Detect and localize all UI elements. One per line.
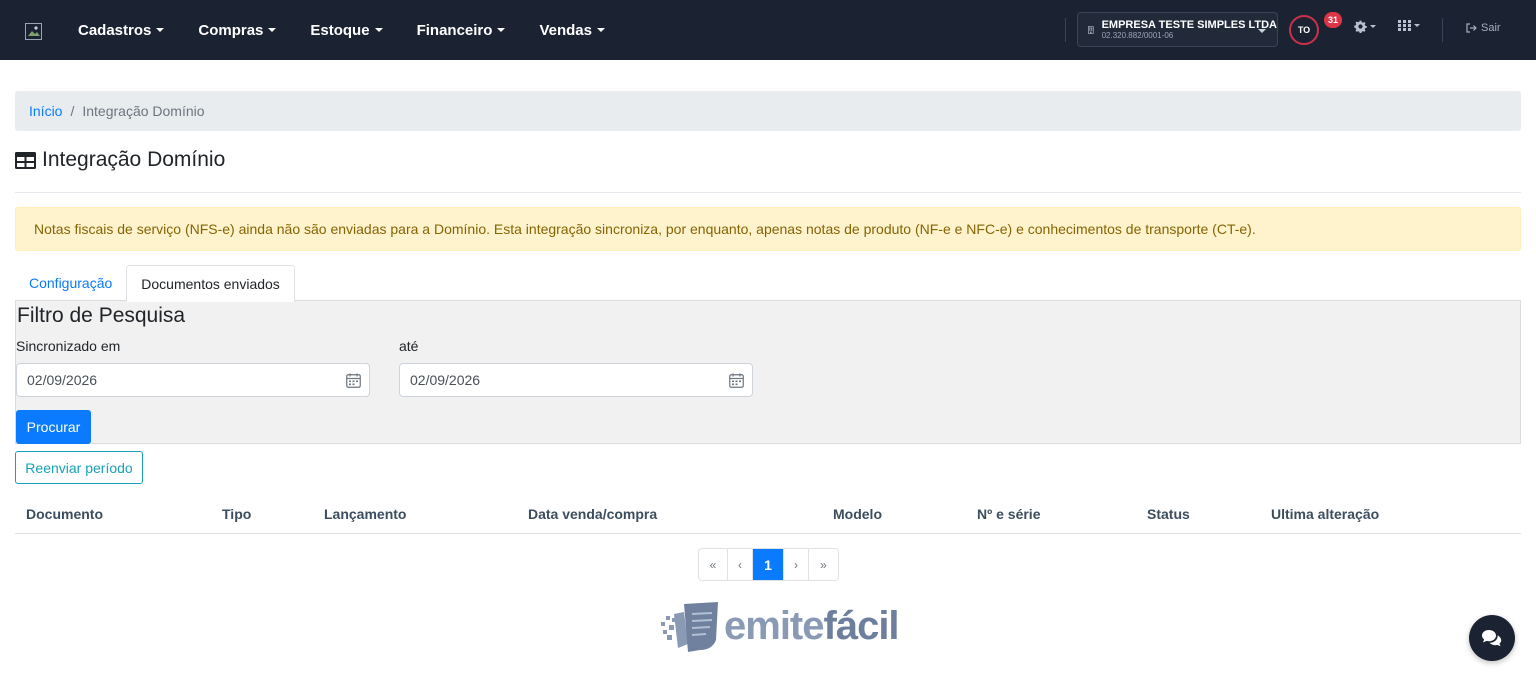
breadcrumb-current: Integração Domínio xyxy=(82,103,205,119)
pagination: « ‹ 1 › » xyxy=(698,548,839,581)
company-selector[interactable]: EMPRESA TESTE SIMPLES LTDA 02.320.882/00… xyxy=(1077,12,1278,47)
resend-period-button[interactable]: Reenviar período xyxy=(15,451,143,484)
gear-icon xyxy=(1354,20,1367,33)
column-header[interactable]: Lançamento xyxy=(324,506,406,522)
caret-down-icon xyxy=(497,28,506,32)
navbar-divider xyxy=(1065,18,1066,42)
column-header[interactable]: Tipo xyxy=(222,506,251,522)
alert-text: Notas fiscais de serviço (NFS-e) ainda n… xyxy=(34,221,1256,237)
company-cnpj: 02.320.882/0001-06 xyxy=(1101,30,1174,40)
table-icon xyxy=(15,151,36,169)
menu-label: Cadastros xyxy=(78,21,152,39)
page-title: Integração Domínio xyxy=(15,147,225,173)
column-header[interactable]: Documento xyxy=(26,506,103,522)
column-header[interactable]: Status xyxy=(1147,506,1190,522)
company-name: EMPRESA TESTE SIMPLES LTDA xyxy=(1101,18,1277,31)
grid-icon xyxy=(1398,20,1411,31)
filter-title: Filtro de Pesquisa xyxy=(17,304,186,327)
page-prev-button[interactable]: ‹ xyxy=(728,549,753,580)
tabs: Configuração Documentos enviados xyxy=(15,265,295,302)
breadcrumb-separator: / xyxy=(70,103,75,119)
search-filter-panel: Filtro de Pesquisa Sincronizado em 02/09… xyxy=(15,300,1521,444)
sign-out-icon xyxy=(1466,23,1477,33)
menu-vendas[interactable]: Vendas xyxy=(539,22,605,39)
caret-down-icon xyxy=(156,28,165,32)
menu-financeiro[interactable]: Financeiro xyxy=(417,22,506,39)
menu-compras[interactable]: Compras xyxy=(198,21,277,39)
navbar-divider xyxy=(1442,18,1443,42)
page-current[interactable]: 1 xyxy=(753,549,784,580)
calendar-icon[interactable] xyxy=(346,373,361,388)
document-logo-icon xyxy=(661,602,718,652)
logo-part-facil: fácil xyxy=(823,603,900,648)
menu-label: Financeiro xyxy=(416,21,493,39)
caret-down-icon xyxy=(268,28,277,32)
sync-from-date-input[interactable]: 02/09/2026 xyxy=(16,363,370,397)
breadcrumb: Início / Integração Domínio xyxy=(15,91,1521,131)
column-header[interactable]: Data venda/compra xyxy=(528,506,657,522)
settings-menu[interactable] xyxy=(1354,20,1376,33)
apps-menu[interactable] xyxy=(1398,20,1420,31)
column-header[interactable]: Ultima alteração xyxy=(1271,506,1379,522)
column-header[interactable]: Nº e série xyxy=(977,506,1041,522)
company-info: EMPRESA TESTE SIMPLES LTDA 02.320.882/00… xyxy=(1101,18,1277,40)
menu-label: Vendas xyxy=(539,21,592,39)
chat-bubbles-icon xyxy=(1482,630,1502,647)
documents-table-header: Documento Tipo Lançamento Data venda/com… xyxy=(15,496,1521,534)
page-title-text: Integração Domínio xyxy=(42,148,226,171)
notification-badge[interactable]: 31 xyxy=(1324,12,1342,28)
tab-documentos-enviados[interactable]: Documentos enviados xyxy=(126,265,295,302)
logout-button[interactable]: Sair xyxy=(1466,22,1501,34)
logout-label: Sair xyxy=(1481,22,1501,34)
sync-from-label: Sincronizado em xyxy=(16,338,121,354)
breadcrumb-home-link[interactable]: Início xyxy=(29,103,62,119)
top-navbar: Cadastros Compras Estoque Financeiro Ven… xyxy=(0,0,1536,60)
sync-to-label: até xyxy=(399,338,419,354)
user-avatar[interactable]: TO xyxy=(1289,15,1319,45)
sync-from-value: 02/09/2026 xyxy=(27,372,98,388)
sync-to-date-input[interactable]: 02/09/2026 xyxy=(399,363,753,397)
calendar-icon[interactable] xyxy=(729,373,744,388)
menu-label: Compras xyxy=(198,21,264,39)
caret-down-icon xyxy=(1414,24,1420,27)
page-first-button[interactable]: « xyxy=(699,549,728,580)
caret-down-icon xyxy=(596,28,605,32)
sync-to-value: 02/09/2026 xyxy=(410,372,481,388)
chat-button[interactable] xyxy=(1469,615,1515,661)
caret-down-icon xyxy=(374,28,383,32)
search-button[interactable]: Procurar xyxy=(16,410,91,444)
column-header[interactable]: Modelo xyxy=(833,506,882,522)
tab-configuracao[interactable]: Configuração xyxy=(15,265,126,301)
page-last-button[interactable]: » xyxy=(809,549,838,580)
caret-down-icon xyxy=(1370,25,1376,28)
page-next-button[interactable]: › xyxy=(784,549,809,580)
menu-estoque[interactable]: Estoque xyxy=(310,21,383,39)
logo-part-emite: emite xyxy=(724,603,824,648)
logo-wordmark: emitefácil xyxy=(724,603,900,649)
menu-label: Estoque xyxy=(310,21,370,39)
caret-down-icon xyxy=(1258,29,1266,33)
broken-image-icon[interactable] xyxy=(25,23,42,40)
menu-cadastros[interactable]: Cadastros xyxy=(78,21,165,39)
title-divider xyxy=(15,192,1521,193)
warning-alert: Notas fiscais de serviço (NFS-e) ainda n… xyxy=(15,207,1521,251)
building-icon xyxy=(1088,25,1094,34)
emitefacil-logo: emitefácil xyxy=(660,600,900,652)
main-menu: Cadastros Compras Estoque Financeiro Ven… xyxy=(78,0,639,60)
